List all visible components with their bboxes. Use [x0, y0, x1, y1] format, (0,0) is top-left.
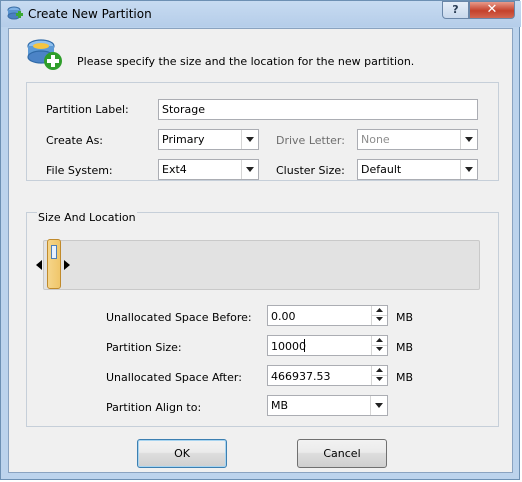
- unallocated-after-value: 466937.53: [271, 370, 331, 383]
- unallocated-after-label: Unallocated Space After:: [106, 371, 242, 384]
- partition-label-input[interactable]: Storage: [158, 99, 478, 120]
- title-bar[interactable]: Create New Partition ? ✕: [1, 1, 521, 27]
- create-as-select[interactable]: Primary: [158, 129, 259, 150]
- cluster-size-select[interactable]: Default: [357, 159, 478, 180]
- instruction-text: Please specify the size and the location…: [77, 55, 415, 68]
- unallocated-before-input[interactable]: 0.00: [267, 305, 388, 326]
- create-as-value: Primary: [162, 133, 205, 146]
- chevron-down-icon[interactable]: [370, 396, 387, 415]
- partition-size-label: Partition Size:: [106, 341, 182, 354]
- unallocated-after-input[interactable]: 466937.53: [267, 365, 388, 386]
- unallocated-before-unit: MB: [396, 311, 414, 324]
- file-system-select[interactable]: Ext4: [158, 159, 259, 180]
- cluster-size-label: Cluster Size:: [276, 164, 345, 177]
- cluster-size-value: Default: [361, 163, 402, 176]
- partition-map-track[interactable]: [43, 240, 480, 290]
- partition-size-unit: MB: [396, 341, 414, 354]
- help-button[interactable]: ?: [442, 1, 469, 19]
- file-system-value: Ext4: [162, 163, 187, 176]
- ok-button[interactable]: OK: [137, 439, 227, 468]
- partition-label-label: Partition Label:: [46, 103, 129, 116]
- spin-down-icon[interactable]: [372, 375, 387, 384]
- chevron-down-icon[interactable]: [460, 130, 477, 149]
- dialog-body: Please specify the size and the location…: [8, 28, 513, 473]
- drive-letter-value: None: [361, 133, 390, 146]
- partition-size-value: 10000: [271, 340, 306, 353]
- disk-add-icon: [26, 37, 62, 71]
- spin-down-icon[interactable]: [372, 315, 387, 324]
- partition-size-input[interactable]: 10000: [267, 335, 388, 356]
- unallocated-before-label: Unallocated Space Before:: [106, 311, 252, 324]
- grip-icon: [51, 245, 57, 259]
- chevron-down-icon[interactable]: [460, 160, 477, 179]
- unallocated-after-unit: MB: [396, 371, 414, 384]
- cancel-button[interactable]: Cancel: [297, 439, 387, 468]
- drive-letter-label: Drive Letter:: [276, 134, 345, 147]
- text-caret: [304, 339, 305, 352]
- partition-align-label: Partition Align to:: [106, 401, 202, 414]
- resize-arrows-icon: [36, 259, 70, 271]
- spin-down-icon[interactable]: [372, 345, 387, 354]
- chevron-down-icon[interactable]: [241, 160, 258, 179]
- unallocated-before-value: 0.00: [271, 310, 296, 323]
- drive-letter-select[interactable]: None: [357, 129, 478, 150]
- window-title: Create New Partition: [28, 7, 152, 21]
- size-location-title: Size And Location: [37, 211, 137, 224]
- partition-add-icon: [7, 6, 23, 22]
- create-as-label: Create As:: [46, 134, 104, 147]
- close-button[interactable]: ✕: [469, 1, 515, 19]
- file-system-label: File System:: [46, 164, 113, 177]
- chevron-down-icon[interactable]: [241, 130, 258, 149]
- partition-align-value: MB: [271, 399, 289, 412]
- partition-align-select[interactable]: MB: [267, 395, 388, 416]
- create-partition-dialog: Create New Partition ? ✕ Please specify …: [0, 0, 521, 480]
